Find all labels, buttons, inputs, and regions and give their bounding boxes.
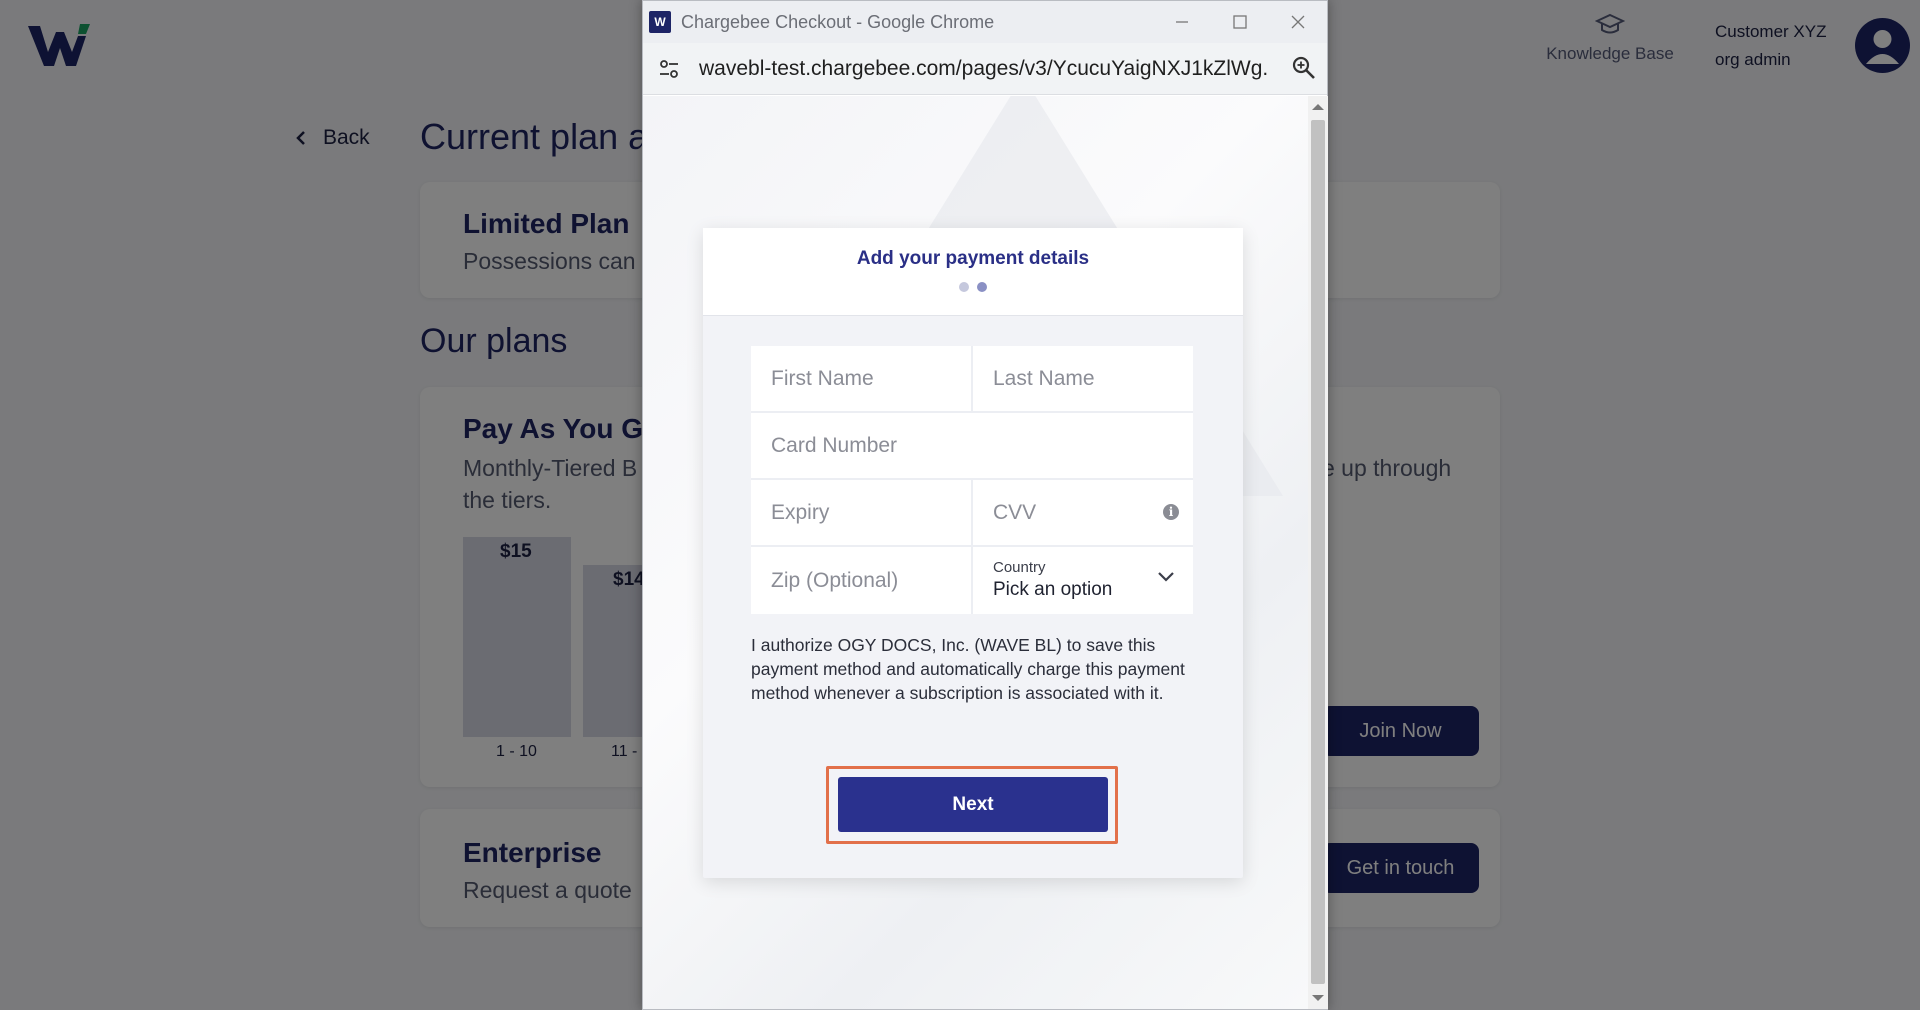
form-title: Add your payment details (856, 248, 1090, 269)
zip-placeholder: Zip (Optional) (771, 568, 899, 592)
card-number-field[interactable]: Card Number (751, 413, 1193, 478)
close-button[interactable] (1269, 1, 1327, 43)
checkout-popup-window: W Chargebee Checkout - Google Chrome wav… (642, 0, 1328, 1010)
minimize-icon (1176, 21, 1188, 23)
scroll-thumb[interactable] (1311, 120, 1325, 984)
card-number-placeholder: Card Number (771, 433, 898, 457)
country-label: Country (993, 559, 1046, 576)
expiry-placeholder: Expiry (771, 500, 830, 524)
scroll-up-arrow[interactable] (1312, 104, 1324, 110)
zip-country-row: Zip (Optional) Country Pick an option (751, 547, 1193, 614)
step-indicator (703, 282, 1243, 292)
cvv-placeholder: CVV (993, 500, 1037, 524)
scrollbar[interactable] (1308, 96, 1328, 1009)
form-header: Add your payment details (703, 228, 1243, 316)
expiry-cvv-row: Expiry CVV i (751, 480, 1193, 547)
window-title: Chargebee Checkout - Google Chrome (681, 11, 995, 32)
expiry-field[interactable]: Expiry (751, 480, 971, 545)
zip-field[interactable]: Zip (Optional) (751, 547, 971, 614)
last-name-placeholder: Last Name (993, 366, 1095, 390)
payment-form-card: Add your payment details First Name Last… (703, 228, 1243, 878)
card-row: Card Number (751, 413, 1193, 480)
page-viewport: Add your payment details First Name Last… (643, 96, 1308, 1009)
site-favicon: W (649, 11, 671, 33)
first-name-field[interactable]: First Name (751, 346, 971, 411)
minimize-button[interactable] (1153, 1, 1211, 43)
payment-fields: First Name Last Name Card Number Expiry … (751, 346, 1193, 614)
window-titlebar[interactable]: W Chargebee Checkout - Google Chrome (643, 1, 1327, 43)
step-dot (959, 282, 969, 292)
zoom-icon[interactable] (1291, 55, 1317, 81)
last-name-field[interactable]: Last Name (971, 346, 1193, 411)
site-info-button[interactable] (655, 55, 683, 83)
scroll-down-arrow[interactable] (1312, 995, 1324, 1001)
chevron-down-icon (1158, 572, 1174, 582)
name-row: First Name Last Name (751, 346, 1193, 413)
first-name-placeholder: First Name (771, 366, 874, 390)
maximize-button[interactable] (1211, 1, 1269, 43)
url-text[interactable]: wavebl-test.chargebee.com/pages/v3/Ycucu… (699, 57, 1269, 81)
info-icon[interactable]: i (1163, 504, 1179, 520)
step-dot-active (977, 282, 987, 292)
site-settings-icon (660, 59, 678, 78)
maximize-icon (1233, 15, 1247, 29)
close-icon (1291, 15, 1305, 29)
cvv-field[interactable]: CVV i (971, 480, 1193, 545)
country-value: Pick an option (993, 579, 1113, 600)
address-bar[interactable]: wavebl-test.chargebee.com/pages/v3/Ycucu… (643, 43, 1327, 95)
authorization-text: I authorize OGY DOCS, Inc. (WAVE BL) to … (751, 635, 1185, 703)
next-button[interactable]: Next (838, 777, 1108, 832)
country-select[interactable]: Country Pick an option (971, 547, 1193, 614)
